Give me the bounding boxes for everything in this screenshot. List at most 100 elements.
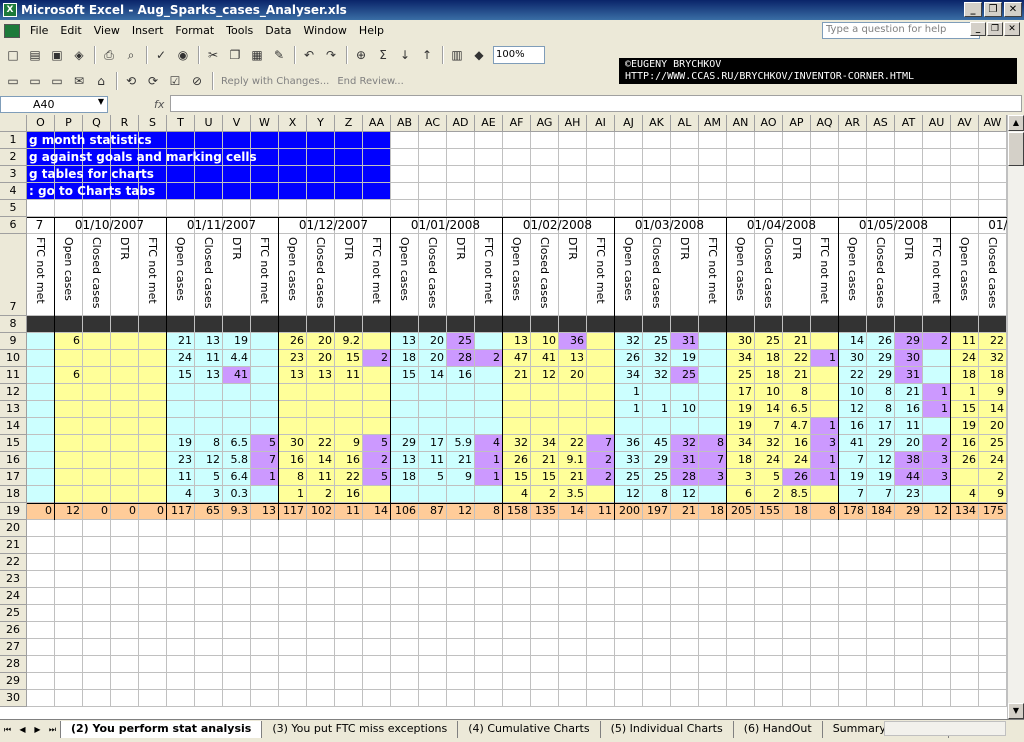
compare-icon[interactable]: ⟳ xyxy=(143,71,163,91)
vertical-scrollbar[interactable]: ▲ ▼ xyxy=(1007,115,1024,719)
doc-close-button[interactable]: ✕ xyxy=(1004,22,1020,36)
menu-edit[interactable]: Edit xyxy=(54,24,87,37)
row-header[interactable]: 18 xyxy=(0,486,27,503)
column-header[interactable]: P xyxy=(55,115,83,132)
menu-data[interactable]: Data xyxy=(259,24,297,37)
column-header[interactable]: AT xyxy=(895,115,923,132)
row-header[interactable]: 16 xyxy=(0,452,27,469)
folder-up-icon[interactable]: ▭ xyxy=(47,71,67,91)
minimize-button[interactable]: _ xyxy=(964,2,982,17)
row-header[interactable]: 29 xyxy=(0,673,27,690)
hyperlink-icon[interactable]: ⊕ xyxy=(351,45,371,65)
row-header[interactable]: 5 xyxy=(0,200,27,217)
row-header[interactable]: 19 xyxy=(0,503,27,520)
column-header[interactable]: AS xyxy=(867,115,895,132)
close-button[interactable]: ✕ xyxy=(1004,2,1022,17)
research-icon[interactable]: ◉ xyxy=(173,45,193,65)
chevron-down-icon[interactable]: ▼ xyxy=(98,97,104,106)
track-changes-icon[interactable]: ⟲ xyxy=(121,71,141,91)
row-header[interactable]: 12 xyxy=(0,384,27,401)
autosum-icon[interactable]: Σ xyxy=(373,45,393,65)
doc-restore-button[interactable]: ❐ xyxy=(987,22,1003,36)
row-header[interactable]: 15 xyxy=(0,435,27,452)
end-review-button[interactable]: End Review... xyxy=(337,76,403,87)
row-header[interactable]: 25 xyxy=(0,605,27,622)
row-header[interactable]: 20 xyxy=(0,520,27,537)
column-header[interactable]: AB xyxy=(391,115,419,132)
next-sheet-icon[interactable]: ▶ xyxy=(30,722,45,737)
tab-handout[interactable]: (6) HandOut xyxy=(734,720,823,738)
column-header[interactable]: Y xyxy=(307,115,335,132)
column-header[interactable]: R xyxy=(111,115,139,132)
doc-minimize-button[interactable]: _ xyxy=(970,22,986,36)
column-header[interactable]: AG xyxy=(531,115,559,132)
column-header[interactable]: AH xyxy=(559,115,587,132)
column-header[interactable]: T xyxy=(167,115,195,132)
reply-with-changes-button[interactable]: Reply with Changes... xyxy=(221,76,329,87)
copy-icon[interactable]: ❐ xyxy=(225,45,245,65)
row-header[interactable]: 10 xyxy=(0,350,27,367)
column-header[interactable]: AN xyxy=(727,115,755,132)
menu-format[interactable]: Format xyxy=(169,24,220,37)
zoom-select[interactable]: 100% xyxy=(493,46,545,64)
column-header[interactable]: W xyxy=(251,115,279,132)
select-all-corner[interactable] xyxy=(0,115,27,132)
workbook-icon[interactable] xyxy=(4,23,20,38)
column-header[interactable]: AR xyxy=(839,115,867,132)
reject-icon[interactable]: ⊘ xyxy=(187,71,207,91)
column-header[interactable]: S xyxy=(139,115,167,132)
column-header[interactable]: AL xyxy=(671,115,699,132)
column-header[interactable]: AA xyxy=(363,115,391,132)
last-sheet-icon[interactable]: ⏭ xyxy=(45,722,60,737)
mail-icon[interactable]: ✉ xyxy=(69,71,89,91)
drawing-icon[interactable]: ◆ xyxy=(469,45,489,65)
fx-icon[interactable]: fx xyxy=(154,98,164,111)
column-header[interactable]: Q xyxy=(83,115,111,132)
row-header[interactable]: 11 xyxy=(0,367,27,384)
column-header[interactable]: AD xyxy=(447,115,475,132)
scroll-up-icon[interactable]: ▲ xyxy=(1008,115,1024,131)
column-header[interactable]: AK xyxy=(643,115,671,132)
row-header[interactable]: 1 xyxy=(0,132,27,149)
menu-file[interactable]: File xyxy=(24,24,54,37)
chart-wizard-icon[interactable]: ▥ xyxy=(447,45,467,65)
folder-open-icon[interactable]: ▭ xyxy=(25,71,45,91)
row-header[interactable]: 27 xyxy=(0,639,27,656)
print-icon[interactable]: ⎙ xyxy=(99,45,119,65)
row-header[interactable]: 7 xyxy=(0,234,27,316)
menu-view[interactable]: View xyxy=(88,24,126,37)
excel-icon[interactable]: X xyxy=(3,3,17,17)
restore-button[interactable]: ❐ xyxy=(984,2,1002,17)
spelling-icon[interactable]: ✓ xyxy=(151,45,171,65)
row-header[interactable]: 26 xyxy=(0,622,27,639)
formula-input[interactable] xyxy=(170,95,1022,112)
prev-sheet-icon[interactable]: ◀ xyxy=(15,722,30,737)
accept-icon[interactable]: ☑ xyxy=(165,71,185,91)
menu-insert[interactable]: Insert xyxy=(126,24,170,37)
print-preview-icon[interactable]: ⌕ xyxy=(121,45,141,65)
column-header[interactable]: AW xyxy=(979,115,1007,132)
row-header[interactable]: 9 xyxy=(0,333,27,350)
horizontal-scrollbar[interactable] xyxy=(884,721,1006,736)
help-search-input[interactable]: Type a question for help xyxy=(822,22,980,39)
column-header[interactable]: AV xyxy=(951,115,979,132)
column-header[interactable]: AU xyxy=(923,115,951,132)
column-header[interactable]: AO xyxy=(755,115,783,132)
column-header[interactable]: AJ xyxy=(615,115,643,132)
column-header[interactable]: O xyxy=(27,115,55,132)
menu-window[interactable]: Window xyxy=(298,24,353,37)
row-header[interactable]: 3 xyxy=(0,166,27,183)
menu-help[interactable]: Help xyxy=(353,24,390,37)
row-header[interactable]: 22 xyxy=(0,554,27,571)
row-header[interactable]: 24 xyxy=(0,588,27,605)
row-header[interactable]: 13 xyxy=(0,401,27,418)
spreadsheet-grid[interactable]: O P Q R S T U V W X Y Z AA AB AC AD AE AF AG AH AI AJ AK AL AM AN… xyxy=(0,115,1007,719)
row-header[interactable]: 28 xyxy=(0,656,27,673)
tab-cumulative-charts[interactable]: (4) Cumulative Charts xyxy=(458,720,601,738)
save-icon[interactable]: ▣ xyxy=(47,45,67,65)
row-header[interactable]: 21 xyxy=(0,537,27,554)
row-header[interactable]: 2 xyxy=(0,149,27,166)
column-header[interactable]: Z xyxy=(335,115,363,132)
column-header[interactable]: AI xyxy=(587,115,615,132)
tab-ftc-exceptions[interactable]: (3) You put FTC miss exceptions xyxy=(262,720,459,738)
